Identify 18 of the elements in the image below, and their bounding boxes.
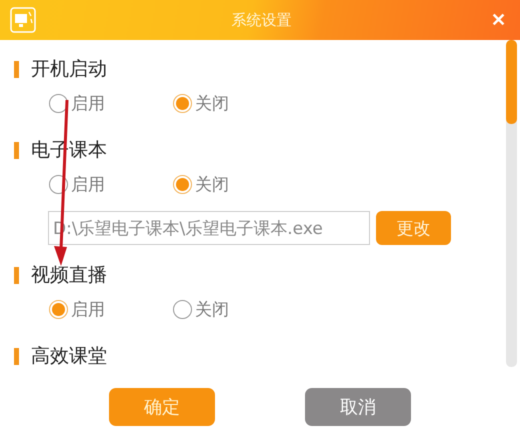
radio-option[interactable]: 启用: [49, 298, 173, 320]
section-title: 视频直播: [31, 263, 107, 288]
window-title: 系统设置: [232, 10, 292, 30]
section-marker: [14, 348, 19, 364]
radio-option[interactable]: 关闭: [173, 172, 297, 196]
radio-option[interactable]: 关闭: [173, 298, 297, 320]
scrollbar[interactable]: [506, 40, 517, 367]
cancel-button[interactable]: 取消: [305, 388, 411, 426]
radio-option[interactable]: 启用: [49, 92, 173, 114]
section-marker: [14, 60, 19, 78]
radio-option[interactable]: 关闭: [173, 92, 297, 114]
section-marker: [14, 142, 19, 158]
close-button[interactable]: ✕: [487, 9, 510, 31]
section-title: 高效课堂: [31, 344, 107, 369]
radio-option[interactable]: 启用: [49, 172, 173, 196]
section-marker: [14, 266, 19, 284]
monitor-icon: [10, 7, 36, 33]
section-title: 开机启动: [31, 57, 107, 82]
